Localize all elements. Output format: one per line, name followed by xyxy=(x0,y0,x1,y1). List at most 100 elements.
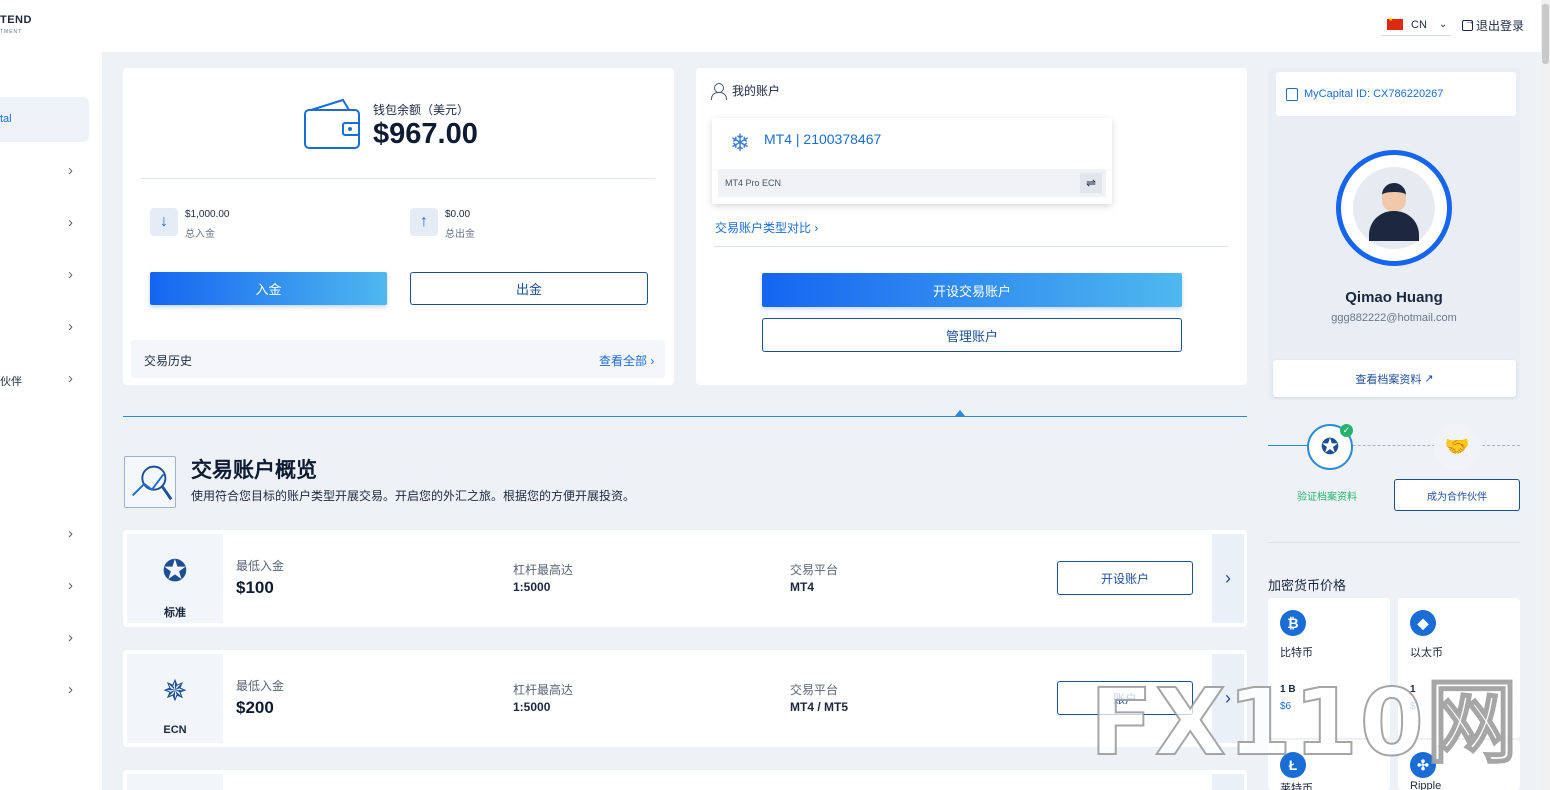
manage-account-button[interactable]: 管理账户 xyxy=(762,318,1182,352)
avatar xyxy=(1336,150,1452,266)
platform-label: 交易平台 xyxy=(790,683,839,697)
account-type-name: 标准 xyxy=(164,607,186,619)
section-divider xyxy=(123,416,1247,417)
min-deposit-value: $200 xyxy=(236,698,274,717)
account-type-name: ECN xyxy=(163,724,187,736)
sidebar-item[interactable]: › xyxy=(0,681,89,701)
section-divider-marker xyxy=(955,410,965,416)
leverage-value: 1:5000 xyxy=(513,700,551,714)
account-type-row-standard: ✪ 标准 最低入金 $100 杠杆最高达 1:5000 交易平台 MT4 开设账… xyxy=(123,530,1247,627)
leverage-value: 1:5000 xyxy=(513,580,551,594)
my-accounts-panel: 我的账户 ❄ MT4 | 2100378467 MT4 Pro ECN ⇌ 交易… xyxy=(696,68,1247,385)
handshake-icon: 🤝 xyxy=(1434,424,1480,470)
view-all-link[interactable]: 查看全部 › xyxy=(599,352,654,369)
account-type-row-partial xyxy=(123,770,1247,790)
sidebar-item[interactable]: › xyxy=(0,266,89,286)
account-type-row-ecn: ✵ ECN 最低入金 $200 杠杆最高达 1:5000 交易平台 MT4 / … xyxy=(123,650,1247,747)
account-type: MT4 Pro ECN xyxy=(725,178,782,188)
open-account-button[interactable]: 开设账户 xyxy=(1057,561,1193,595)
arrow-up-icon: ↑ xyxy=(410,208,438,236)
account-type-badge: ✵ ECN xyxy=(127,654,223,743)
scrollbar-thumb[interactable] xyxy=(1542,4,1549,64)
language-selector[interactable]: CN ⌄ xyxy=(1381,14,1451,36)
sidebar-item[interactable]: › xyxy=(0,162,89,182)
progress-track-done xyxy=(1268,445,1308,446)
deposit-button[interactable]: 入金 xyxy=(150,272,387,305)
chevron-right-icon[interactable]: › xyxy=(1212,654,1244,743)
verify-profile-label: 验证档案资料 xyxy=(1297,492,1357,503)
view-profile-button[interactable]: 查看档案资料 ↗ xyxy=(1273,360,1516,397)
total-withdraw-label: 总出金 xyxy=(445,229,475,240)
bitcoin-icon: ₿ xyxy=(1280,610,1306,636)
wallet-balance-value: $967.00 xyxy=(373,118,478,150)
account-number: MT4 | 2100378467 xyxy=(764,131,882,147)
chart-search-icon xyxy=(124,456,176,508)
chevron-right-icon[interactable] xyxy=(1212,774,1244,790)
my-accounts-title: 我的账户 xyxy=(732,84,781,98)
ripple-icon: ✣ xyxy=(1410,752,1436,778)
crypto-price: $6 xyxy=(1280,701,1292,712)
become-partner-button[interactable]: 成为合作伙伴 xyxy=(1394,479,1520,511)
badge-check-icon: ✪ xyxy=(162,555,188,588)
withdraw-button[interactable]: 出金 xyxy=(410,272,648,305)
crypto-name: Ripple xyxy=(1410,780,1442,790)
logout-label: 退出登录 xyxy=(1476,19,1525,33)
leverage-label: 杠杆最高达 xyxy=(513,563,574,577)
sidebar-item[interactable]: › xyxy=(0,577,89,597)
capital-id-card: MyCapital ID: CX786220267 xyxy=(1276,72,1516,116)
snowflake-icon: ❄ xyxy=(729,130,751,157)
chevron-right-icon: › xyxy=(68,214,73,231)
logout-button[interactable]: 退出登录 xyxy=(1462,16,1525,34)
crypto-unit: 1 xyxy=(1410,684,1416,695)
open-trading-account-button[interactable]: 开设交易账户 xyxy=(762,273,1182,307)
sidebar-item[interactable]: › xyxy=(0,629,89,649)
top-header: TEND TMENT CN ⌄ 退出登录 xyxy=(0,0,1550,52)
crypto-unit: 1 B xyxy=(1280,684,1296,695)
chevron-right-icon: › xyxy=(68,629,73,646)
min-deposit-label: 最低入金 xyxy=(236,679,285,693)
chevron-right-icon: › xyxy=(68,370,73,387)
sidebar-item[interactable]: › xyxy=(0,318,89,338)
wallet-panel: 钱包余额（美元） $967.00 ↓ $1,000.00 总入金 ↑ $0.00… xyxy=(123,68,674,385)
check-icon: ✓ xyxy=(1340,424,1353,437)
chevron-right-icon[interactable]: › xyxy=(1212,534,1244,623)
sidebar-item-partner[interactable]: 伙伴 › xyxy=(0,370,89,390)
account-card-footer: MT4 Pro ECN ⇌ xyxy=(718,169,1106,197)
user-icon xyxy=(710,82,727,100)
language-code: CN xyxy=(1411,18,1427,31)
sidebar-item[interactable]: › xyxy=(0,214,89,234)
brand-logo[interactable]: TEND xyxy=(0,14,32,26)
leverage-label: 杠杆最高达 xyxy=(513,683,574,697)
min-deposit-label: 最低入金 xyxy=(236,559,285,573)
chevron-right-icon: › xyxy=(814,221,819,235)
crypto-prices-title: 加密货币价格 xyxy=(1268,578,1347,593)
chevron-right-icon: › xyxy=(68,577,73,594)
crypto-name: 莱特币 xyxy=(1280,783,1313,790)
sidebar-item[interactable]: › xyxy=(0,525,89,545)
account-type-badge: ✪ 标准 xyxy=(127,534,223,623)
trading-account-card[interactable]: ❄ MT4 | 2100378467 MT4 Pro ECN ⇌ xyxy=(712,118,1112,204)
external-edit-icon: ↗ xyxy=(1424,373,1434,385)
page-scrollbar[interactable] xyxy=(1541,0,1550,790)
sidebar-item-active[interactable]: tal xyxy=(0,97,89,142)
total-deposit-label: 总入金 xyxy=(185,229,215,240)
chevron-right-icon: › xyxy=(68,162,73,179)
profile-email: ggg882222@hotmail.com xyxy=(1331,312,1457,324)
crypto-card-ripple: ✣ Ripple xyxy=(1398,740,1520,790)
crypto-card-bitcoin: ₿ 比特币 1 B $6 xyxy=(1268,598,1390,738)
total-withdraw-value: $0.00 xyxy=(445,209,471,220)
my-accounts-header: 我的账户 xyxy=(710,82,781,100)
total-deposit-value: $1,000.00 xyxy=(185,209,230,220)
crypto-name: 比特币 xyxy=(1280,647,1313,659)
overview-subtitle: 使用符合您目标的账户类型开展交易。开启您的外汇之旅。根据您的方便开展投资。 xyxy=(191,489,636,503)
chevron-right-icon: › xyxy=(68,266,73,283)
chevron-right-icon: › xyxy=(68,318,73,335)
open-account-button[interactable]: 账户 xyxy=(1057,681,1193,715)
percent-badge-icon: ✵ xyxy=(162,675,188,708)
logout-icon xyxy=(1462,16,1474,31)
transaction-history-bar: 交易历史 查看全部 › xyxy=(131,340,665,378)
litecoin-icon: Ł xyxy=(1280,752,1306,778)
account-type-compare-link[interactable]: 交易账户类型对比 › xyxy=(715,219,818,236)
crypto-name: 以太币 xyxy=(1410,647,1443,659)
switch-icon[interactable]: ⇌ xyxy=(1080,173,1102,193)
